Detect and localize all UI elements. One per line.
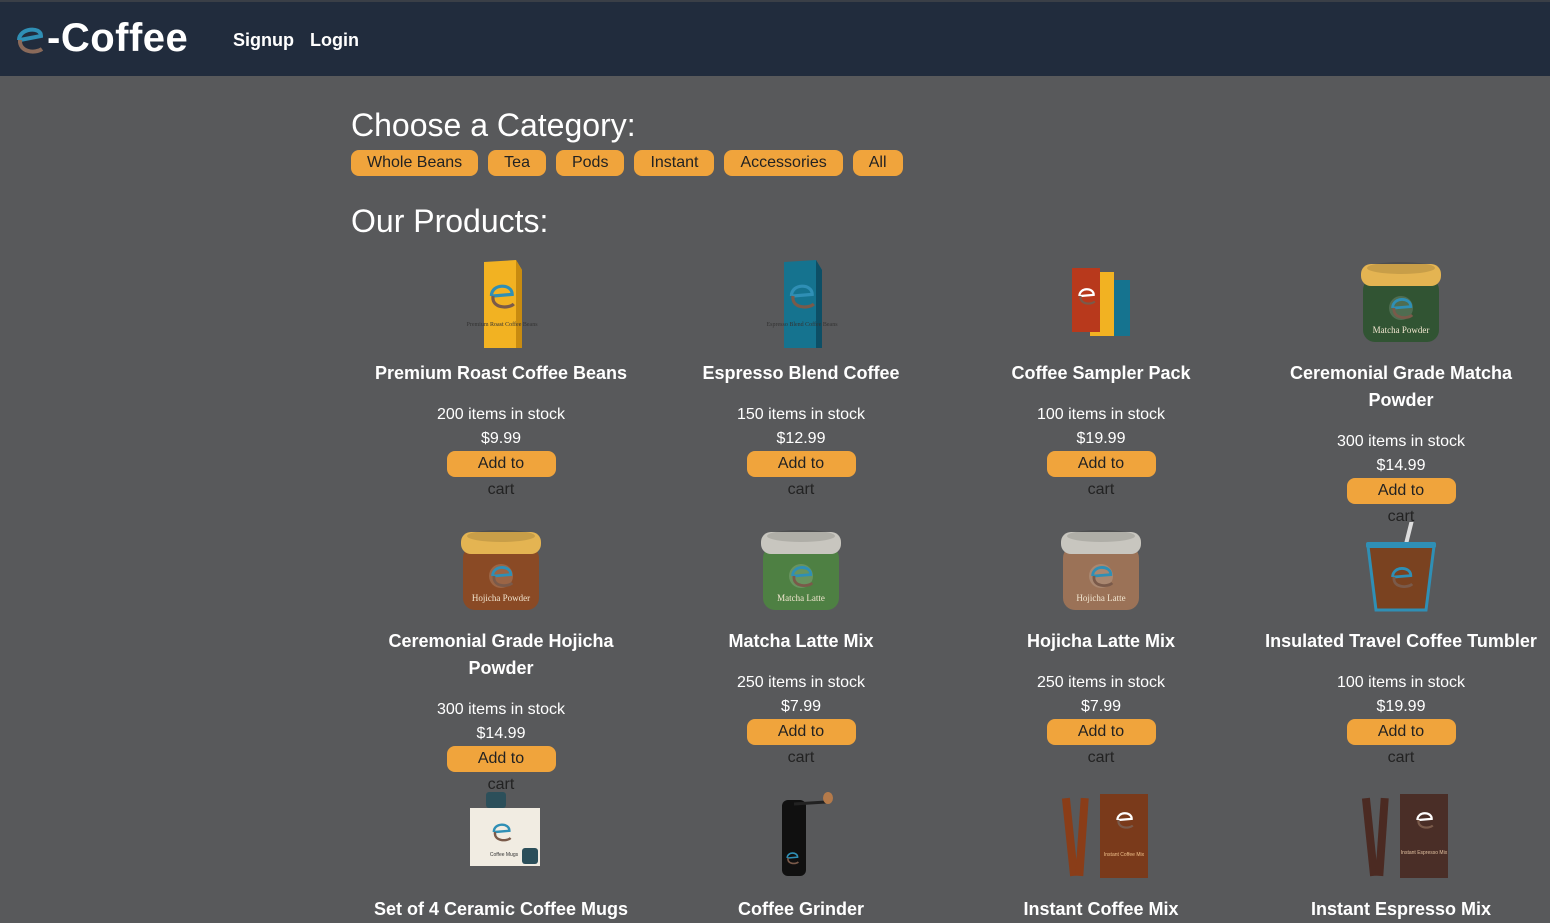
product-card: Instant Espresso Mix Instant Espresso Mi… — [1251, 790, 1550, 923]
product-price: $12.99 — [776, 430, 826, 447]
category-button-accessories[interactable]: Accessories — [724, 150, 843, 176]
package-label: Instant Coffee Mix — [1104, 852, 1145, 858]
product-price: $19.99 — [1376, 698, 1426, 715]
product-stock: 250 items in stock — [1036, 674, 1166, 691]
product-card: Instant Coffee Mix Instant Coffee Mix — [951, 790, 1251, 923]
matcha-jar-icon[interactable]: Matcha Powder — [1346, 254, 1456, 354]
instant-coffee-box-icon[interactable]: Instant Coffee Mix — [1046, 790, 1156, 890]
product-grid: Premium Roast Coffee Beans Premium Roast… — [351, 254, 1550, 923]
product-name: Ceremonial Grade Hojicha Powder — [388, 631, 614, 678]
product-stock: 100 items in stock — [1036, 406, 1166, 423]
mug-box-icon[interactable]: Coffee Mugs — [446, 790, 556, 890]
category-heading: Choose a Category: — [351, 107, 636, 143]
e-logo-icon — [17, 27, 44, 54]
product-card: Matcha Latte Matcha Latte Mix 250 items i… — [651, 522, 951, 780]
add-to-cart-button[interactable]: Add to cart — [1346, 719, 1456, 766]
product-stock: 250 items in stock — [736, 674, 866, 691]
product-name: Insulated Travel Coffee Tumbler — [1265, 631, 1537, 651]
package-label: Premium Roast Coffee Beans — [466, 321, 538, 328]
instant-espresso-box-icon[interactable]: Instant Espresso Mix — [1346, 790, 1456, 890]
product-price: $14.99 — [1376, 457, 1426, 474]
coffee-bag-yellow-icon[interactable]: Premium Roast Coffee Beans — [446, 254, 556, 354]
product-card: Hojicha Latte Hojicha Latte Mix 250 items… — [951, 522, 1251, 780]
navbar: -Coffee Signup Login — [0, 0, 1550, 76]
coffee-bag-blue-icon[interactable]: Espresso Blend Coffee Beans — [746, 254, 856, 354]
package-label: Matcha Powder — [1373, 325, 1430, 335]
category-button-whole-beans[interactable]: Whole Beans — [351, 150, 479, 176]
product-price: $9.99 — [480, 430, 522, 447]
product-stock: 100 items in stock — [1336, 674, 1466, 691]
hojicha-jar-icon[interactable]: Hojicha Powder — [446, 522, 556, 622]
package-label: Hojicha Powder — [472, 593, 530, 603]
product-name: Set of 4 Ceramic Coffee Mugs — [373, 899, 629, 919]
package-label: Coffee Mugs — [490, 852, 519, 858]
product-card: Insulated Travel Coffee Tumbler 100 items… — [1251, 522, 1550, 780]
product-name: Instant Espresso Mix — [1310, 899, 1492, 919]
product-name: Coffee Grinder — [737, 899, 865, 919]
category-buttons: Whole Beans Tea Pods Instant Accessories All — [351, 150, 903, 176]
nav-links: Signup Login — [233, 30, 359, 51]
products-heading: Our Products: — [351, 203, 549, 239]
product-price: $19.99 — [1076, 430, 1126, 447]
brand-name: -Coffee — [47, 16, 189, 60]
brand-logo[interactable]: -Coffee — [11, 16, 188, 60]
product-name: Matcha Latte Mix — [728, 631, 874, 651]
login-link[interactable]: Login — [310, 30, 359, 51]
package-label: Matcha Latte — [777, 593, 825, 603]
product-card: Premium Roast Coffee Beans Premium Roast… — [351, 254, 651, 512]
add-to-cart-button[interactable]: Add to cart — [1046, 719, 1156, 766]
signup-link[interactable]: Signup — [233, 30, 294, 51]
product-price: $14.99 — [476, 725, 526, 742]
category-button-tea[interactable]: Tea — [488, 150, 546, 176]
matcha-latte-jar-icon[interactable]: Matcha Latte — [746, 522, 856, 622]
product-card: Espresso Blend Coffee Beans Espresso Ble… — [651, 254, 951, 512]
product-price: $7.99 — [1080, 698, 1122, 715]
product-stock: 300 items in stock — [1336, 433, 1466, 450]
package-label: Hojicha Latte — [1076, 593, 1125, 603]
product-name: Hojicha Latte Mix — [1026, 631, 1176, 651]
grinder-icon[interactable] — [746, 790, 856, 890]
add-to-cart-button[interactable]: Add to cart — [446, 746, 556, 793]
category-button-pods[interactable]: Pods — [555, 150, 625, 176]
product-stock: 200 items in stock — [436, 406, 566, 423]
product-card: Hojicha Powder Ceremonial Grade Hojicha … — [351, 522, 651, 793]
product-name: Espresso Blend Coffee — [702, 363, 900, 383]
hojicha-latte-jar-icon[interactable]: Hojicha Latte — [1046, 522, 1156, 622]
product-name: Ceremonial Grade Matcha Powder — [1289, 363, 1513, 410]
add-to-cart-button[interactable]: Add to cart — [746, 719, 856, 766]
add-to-cart-button[interactable]: Add to cart — [1046, 451, 1156, 498]
product-name: Premium Roast Coffee Beans — [374, 363, 628, 383]
product-card: Coffee Grinder — [651, 790, 951, 923]
sampler-bags-icon[interactable] — [1046, 254, 1156, 354]
product-card: Coffee Sampler Pack 100 items in stock $19… — [951, 254, 1251, 512]
product-card: Matcha Powder Ceremonial Grade Matcha Po… — [1251, 254, 1550, 525]
category-button-instant[interactable]: Instant — [634, 150, 715, 176]
product-card: Coffee Mugs Set of 4 Ceramic Coffee Mugs — [351, 790, 651, 923]
category-button-all[interactable]: All — [852, 150, 903, 176]
product-stock: 300 items in stock — [436, 701, 566, 718]
package-label: Espresso Blend Coffee Beans — [766, 321, 838, 328]
product-stock: 150 items in stock — [736, 406, 866, 423]
package-label: Instant Espresso Mix — [1401, 850, 1448, 856]
add-to-cart-button[interactable]: Add to cart — [446, 451, 556, 498]
product-price: $7.99 — [780, 698, 822, 715]
add-to-cart-button[interactable]: Add to cart — [746, 451, 856, 498]
product-name: Coffee Sampler Pack — [1011, 363, 1191, 383]
add-to-cart-button[interactable]: Add to cart — [1346, 478, 1456, 525]
product-name: Instant Coffee Mix — [1023, 899, 1179, 919]
tumbler-icon[interactable] — [1346, 522, 1456, 622]
